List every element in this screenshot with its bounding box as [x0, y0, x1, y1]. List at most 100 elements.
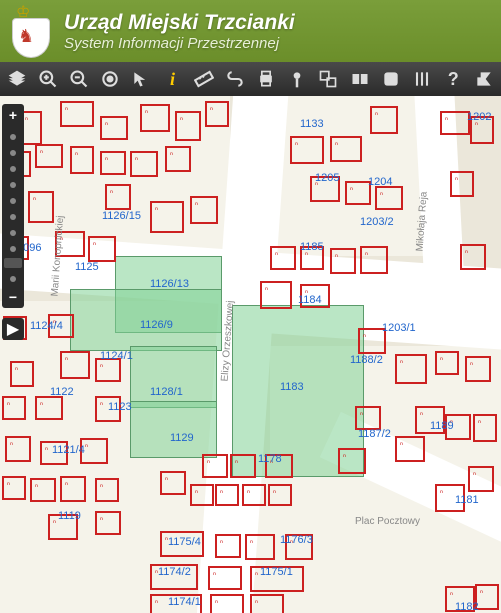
- measure-line-button[interactable]: [193, 68, 214, 90]
- parcel-label: 1184: [298, 294, 322, 306]
- building-outline: ⁿ: [330, 136, 362, 162]
- building-outline: ⁿ: [245, 534, 275, 560]
- building-outline: ⁿ: [28, 191, 54, 223]
- building-outline: ⁿ: [330, 248, 356, 274]
- building-outline: ⁿ: [355, 406, 381, 430]
- building-outline: ⁿ: [88, 236, 116, 262]
- parcel-label: 1126/15: [102, 210, 141, 222]
- building-outline: ⁿ: [473, 414, 497, 442]
- building-outline: ⁿ: [450, 171, 474, 197]
- building-outline: ⁿ: [190, 196, 218, 224]
- zoom-slider-track[interactable]: [2, 126, 24, 286]
- print-button[interactable]: [256, 68, 277, 90]
- expand-panel-button[interactable]: ▶: [2, 318, 24, 340]
- building-outline: ⁿ: [35, 144, 63, 168]
- parcel-label: 1203/2: [360, 216, 394, 228]
- parcel-label: 1175/1: [260, 566, 293, 578]
- building-outline: ⁿ: [70, 146, 94, 174]
- building-outline: ⁿ: [2, 476, 26, 500]
- building-outline: ⁿ: [100, 116, 128, 140]
- zoom-out-map-button[interactable]: −: [2, 286, 24, 308]
- parcel-label: 1189: [430, 420, 454, 432]
- building-outline: ⁿ: [105, 184, 131, 210]
- map-canvas[interactable]: ⁿⁿⁿⁿⁿⁿⁿⁿⁿⁿⁿⁿⁿⁿⁿⁿⁿⁿⁿⁿⁿⁿⁿⁿⁿⁿⁿⁿⁿⁿⁿⁿⁿⁿⁿⁿⁿⁿⁿⁿ…: [0, 96, 501, 613]
- parcel-label: 1119: [58, 510, 81, 522]
- parcel-label: 1178: [258, 453, 282, 465]
- zoom-out-button[interactable]: [68, 68, 89, 90]
- building-outline: ⁿ: [95, 478, 119, 502]
- grid-button[interactable]: [411, 68, 432, 90]
- parcel-label: 1204: [368, 176, 392, 188]
- parcel-label: 1129: [170, 432, 194, 444]
- select-button[interactable]: [318, 68, 339, 90]
- measure-area-button[interactable]: [224, 68, 245, 90]
- building-outline: ⁿ: [395, 354, 427, 384]
- pan-button[interactable]: [131, 68, 152, 90]
- parcel-label: 1126/9: [140, 319, 173, 331]
- parcel-label: 1124/1: [100, 350, 133, 362]
- parcel-label: 1181: [455, 494, 479, 506]
- parcel-label: 1182: [455, 601, 479, 613]
- zoom-slider-handle[interactable]: [4, 258, 22, 268]
- layers-button[interactable]: [6, 68, 27, 90]
- parcel-label: 1128/1: [150, 386, 183, 398]
- selected-parcel: [130, 401, 217, 458]
- parcel-label: 1175/4: [168, 536, 201, 548]
- parcel-label: 1123: [108, 401, 132, 413]
- app-subtitle: System Informacji Przestrzennej: [64, 35, 295, 52]
- parcel-label: 1202: [467, 111, 491, 123]
- building-outline: ⁿ: [190, 484, 214, 506]
- polygon-button[interactable]: [380, 68, 401, 90]
- parcel-label: 1205: [315, 172, 339, 184]
- building-outline: ⁿ: [60, 351, 90, 379]
- building-outline: ⁿ: [435, 351, 459, 375]
- help-button[interactable]: ?: [443, 68, 464, 90]
- building-outline: ⁿ: [460, 244, 486, 270]
- building-outline: ⁿ: [360, 246, 388, 274]
- parcel-label: 1133: [300, 118, 324, 130]
- building-outline: ⁿ: [2, 396, 26, 420]
- building-outline: ⁿ: [160, 471, 186, 495]
- building-outline: ⁿ: [440, 111, 470, 135]
- building-outline: ⁿ: [205, 101, 229, 127]
- building-outline: ⁿ: [242, 484, 266, 506]
- building-outline: ⁿ: [215, 534, 241, 558]
- zoom-in-map-button[interactable]: +: [2, 104, 24, 126]
- building-outline: ⁿ: [95, 511, 121, 535]
- building-outline: ⁿ: [140, 104, 170, 132]
- app-header: ♔ ♞ Urząd Miejski Trzcianki System Infor…: [0, 0, 501, 62]
- building-outline: ⁿ: [208, 566, 242, 590]
- building-outline: ⁿ: [165, 146, 191, 172]
- parcel-label: 1121/4: [52, 444, 85, 456]
- city-logo: ♔ ♞: [8, 6, 52, 56]
- split-button[interactable]: [349, 68, 370, 90]
- parcel-label: 1188/2: [350, 354, 383, 366]
- building-outline: ⁿ: [468, 466, 494, 492]
- building-outline: ⁿ: [175, 111, 201, 141]
- parcel-label: 1126/13: [150, 278, 189, 290]
- building-outline: ⁿ: [370, 106, 398, 134]
- building-outline: ⁿ: [290, 136, 324, 164]
- building-outline: ⁿ: [150, 201, 184, 233]
- building-outline: ⁿ: [210, 594, 244, 613]
- building-outline: ⁿ: [10, 361, 34, 387]
- info-button[interactable]: i: [162, 68, 183, 90]
- settings-button[interactable]: [474, 68, 495, 90]
- parcel-label: 1174/1: [168, 596, 201, 608]
- building-outline: ⁿ: [375, 186, 403, 210]
- building-outline: ⁿ: [5, 436, 31, 462]
- building-outline: ⁿ: [202, 454, 228, 478]
- parcel-label: 1183: [280, 381, 304, 393]
- parcel-label: 1187/2: [358, 428, 391, 440]
- locate-button[interactable]: [287, 68, 308, 90]
- building-outline: ⁿ: [268, 484, 292, 506]
- building-outline: ⁿ: [60, 101, 94, 127]
- building-outline: ⁿ: [250, 594, 284, 613]
- building-outline: ⁿ: [130, 151, 158, 177]
- zoom-in-button[interactable]: [37, 68, 58, 90]
- app-title: Urząd Miejski Trzcianki: [64, 11, 295, 35]
- street-label: Plac Pocztowy: [355, 516, 420, 527]
- full-extent-button[interactable]: [100, 68, 121, 90]
- building-outline: ⁿ: [395, 436, 425, 462]
- building-outline: ⁿ: [230, 454, 256, 478]
